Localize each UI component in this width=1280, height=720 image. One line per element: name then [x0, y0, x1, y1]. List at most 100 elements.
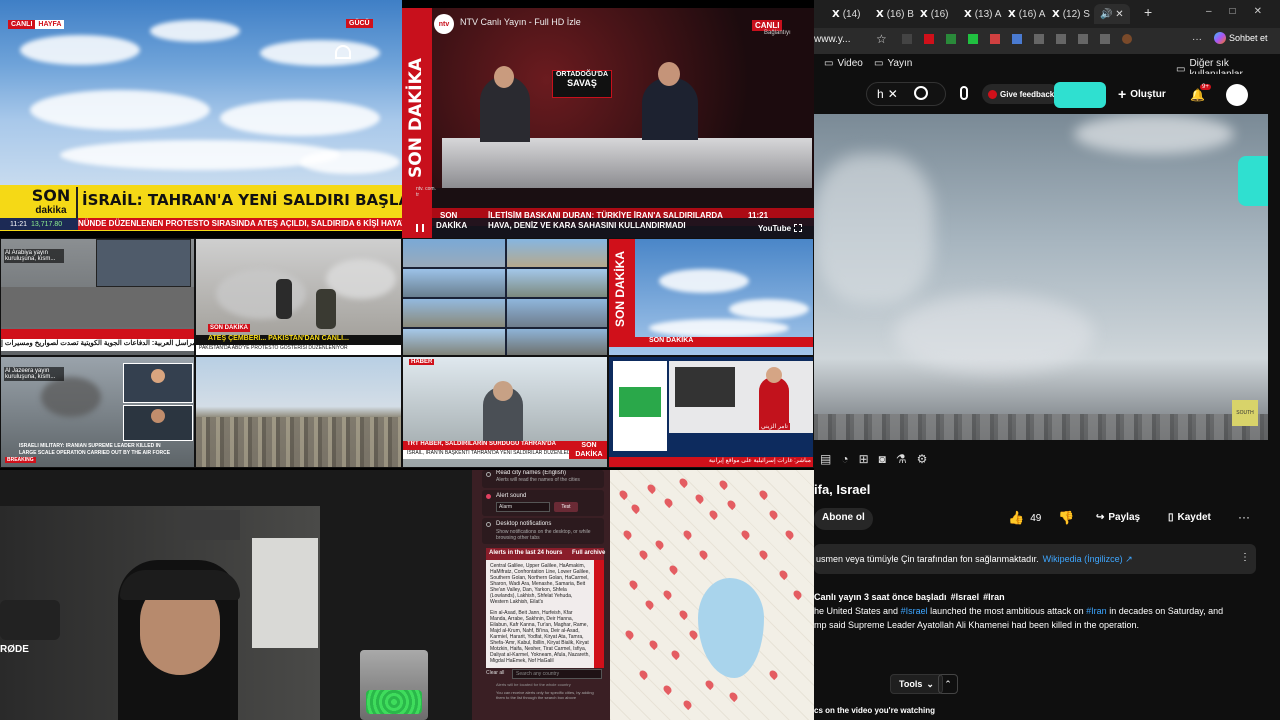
ntv-lower-dakika: DAKİKA	[436, 221, 468, 230]
trt-label: HABER	[409, 359, 435, 365]
extension-toggle[interactable]	[1054, 82, 1106, 108]
ntv-video-title: NTV Canlı Yayın - Full HD İzle	[460, 17, 581, 27]
search-icon[interactable]	[914, 86, 928, 100]
collapse-button[interactable]: ⌃	[938, 674, 958, 694]
country-search[interactable]: Search any country	[512, 669, 602, 679]
extension-float-button[interactable]	[1238, 156, 1268, 206]
more-icon[interactable]: ···	[1192, 34, 1202, 45]
feedback-icon	[988, 89, 997, 99]
alert-map[interactable]	[610, 470, 815, 720]
notification-count: 9+	[1200, 84, 1211, 90]
browser-tab[interactable]: X (14)	[832, 4, 861, 24]
copilot-button[interactable]: Sohbet et	[1214, 32, 1268, 44]
thumbs-down-icon[interactable]: 👎	[1058, 510, 1074, 526]
youtube-logo[interactable]: YouTube	[758, 224, 791, 233]
add-icon[interactable]: ⊞	[859, 452, 869, 466]
read-city-checkbox[interactable]	[486, 472, 491, 477]
copilot-icon	[1214, 32, 1226, 44]
desktop-notif-checkbox[interactable]	[486, 522, 491, 527]
last24-label: Alerts in the last 24 hours	[489, 550, 563, 556]
trt-line2: İSRAİL, İRAN'IN BAŞKENTİ TAHRAN'DA YENİ …	[403, 450, 569, 459]
address-bar[interactable]: www.y...	[814, 34, 850, 45]
star-icon[interactable]: ☆	[876, 32, 887, 46]
vertical-sondakika: SON DAKİKA	[613, 250, 627, 327]
share-button[interactable]: ↪ Paylaş	[1096, 512, 1140, 523]
browser-tab[interactable]: X (16)	[920, 4, 949, 24]
camera-icon[interactable]: ◙	[879, 452, 886, 466]
avatar[interactable]	[1226, 84, 1248, 106]
video-title: ifa, Israel	[814, 482, 871, 497]
pakistan-protest-stream[interactable]: SON DAKİKA ATEŞ ÇEMBERİ... PAKİSTAN'DAN …	[195, 238, 402, 356]
desktop-notif-label: Desktop notifications	[496, 521, 552, 527]
speed-icon[interactable]: ◔	[841, 452, 848, 466]
clear-all-button[interactable]: Clear all	[486, 670, 504, 676]
browser-tab[interactable]: X (12) S	[1052, 4, 1090, 24]
arabic-name: تامر الزيني	[759, 423, 790, 430]
alert-list-1: Central Galilee, Upper Galilee, HaAmakim…	[490, 563, 590, 605]
test-button[interactable]: Test	[554, 502, 578, 512]
browser-window: X (14) X (16) B X (16) X (13) A X (16) A X (12…	[814, 0, 1280, 720]
new-tab-button[interactable]: +	[1144, 4, 1152, 20]
funding-info: usmen veya tümüyle Çin tarafından fon sa…	[814, 544, 1256, 574]
browser-tab[interactable]: X (16) B	[876, 4, 914, 24]
youtube-search-input[interactable]: h ✕	[866, 82, 946, 106]
multicam-grid-stream[interactable]	[402, 238, 608, 356]
full-archive-link[interactable]: Full archive	[572, 550, 605, 556]
alert-sound-label: Alert sound	[496, 493, 527, 499]
son-dakika-sky-stream[interactable]: SON DAKİKA SON DAKİKA	[608, 238, 814, 356]
city-panorama-stream[interactable]	[195, 356, 402, 468]
extension-icons[interactable]	[902, 34, 1132, 44]
alarabiya-stream[interactable]: Al Arabiya yayın kuruluşuna, kısm... مرا…	[0, 238, 195, 356]
clear-search-icon[interactable]: ✕	[888, 87, 898, 101]
notifications-icon[interactable]: 🔔	[1190, 88, 1205, 102]
active-tab[interactable]: 🔊 ✕	[1094, 4, 1130, 24]
trt-haber-stream[interactable]: HABER TRT HABER, SALDIRILARIN SÜRDÜĞÜ TA…	[402, 356, 608, 468]
cinema-icon[interactable]: ▤	[820, 452, 831, 466]
pause-icon[interactable]	[416, 224, 424, 232]
browser-tab[interactable]: X (13) A	[964, 4, 1001, 24]
like-button[interactable]: 👍 49	[1008, 510, 1041, 526]
ntv-live-stream[interactable]: SON DAKİKA ntv NTV Canlı Yayın - Full HD…	[402, 8, 814, 240]
create-button[interactable]: + Oluştur	[1118, 86, 1166, 102]
ates-sub: PAKİSTAN'DA ABD'YE PROTESTO GÖSTERİSİ DÜ…	[196, 345, 401, 355]
subscribe-button[interactable]: Abone ol	[814, 508, 873, 530]
mic-icon[interactable]	[960, 86, 968, 100]
alert-sound-checkbox[interactable]	[486, 494, 491, 499]
settings-icon[interactable]: ⚙	[917, 452, 928, 466]
folder-icon: ▭	[874, 58, 884, 69]
red-alert-panel: Read city names (English) Alerts will re…	[472, 470, 610, 720]
description-line2: mp said Supreme Leader Ayatollah Ali Kha…	[814, 620, 1140, 630]
tile-sondakika-small: SON DAKİKA	[208, 324, 251, 332]
microphone-icon	[0, 600, 60, 640]
alarm-select[interactable]: Alarm	[496, 502, 550, 512]
flask-icon[interactable]: ⚗	[896, 452, 907, 466]
wikipedia-link[interactable]: Wikipedia (İngilizce) ↗	[1043, 554, 1133, 565]
live-badge: CANLI	[8, 20, 36, 29]
info-more-icon[interactable]: ⋮	[1240, 552, 1250, 563]
fullscreen-icon[interactable]	[794, 224, 802, 232]
video-toolbar[interactable]: ▤ ◔ ⊞ ◙ ⚗ ⚙	[820, 452, 927, 466]
youtube-video-player[interactable]	[814, 114, 1268, 440]
read-city-sub: Alerts will read the names of the cities	[496, 477, 580, 483]
aljazeera-stream[interactable]: Al Jazeera yayın kuruluşuna, kısm... ISR…	[0, 356, 195, 468]
browser-tab[interactable]: X (16) A	[1008, 4, 1045, 24]
headline-text: İSRAİL: TAHRAN'A YENİ SALDIRI BAŞLATILDI	[82, 191, 402, 209]
share-icon: ↪	[1096, 512, 1105, 523]
ates-headline: ATEŞ ÇEMBERİ... PAKİSTAN'DAN CANLI...	[196, 335, 401, 345]
save-button[interactable]: ▯ Kaydet	[1168, 512, 1211, 523]
arabic-news-stream[interactable]: تامر الزيني مباشر: غارات إسرائيلية على م…	[608, 356, 814, 468]
bookmark-yayin[interactable]: ▭ Yayın	[874, 58, 912, 69]
dakika-label: dakika	[35, 205, 67, 216]
bookmark-video[interactable]: ▭ Video	[824, 58, 863, 69]
more-actions-icon[interactable]: ···	[1238, 510, 1250, 524]
give-feedback-button[interactable]: Give feedback	[982, 84, 1061, 104]
aa-logo-icon	[335, 45, 351, 59]
streamer-webcam: RØDE	[0, 470, 472, 720]
window-controls[interactable]: –□✕	[1206, 6, 1280, 17]
arabic-ticker: مباشر: غارات إسرائيلية على مواقع إيرانية	[609, 457, 813, 467]
x-icon: X	[964, 8, 972, 20]
aljazeera-ticker2: LARGE SCALE OPERATION CARRIED OUT BY THE…	[19, 450, 171, 456]
tools-dropdown[interactable]: Tools ⌄	[890, 674, 943, 694]
alarabiya-label: Al Arabiya yayın kuruluşuna, kısm...	[4, 249, 64, 263]
sohbet-label: Sohbet et	[1229, 33, 1268, 43]
